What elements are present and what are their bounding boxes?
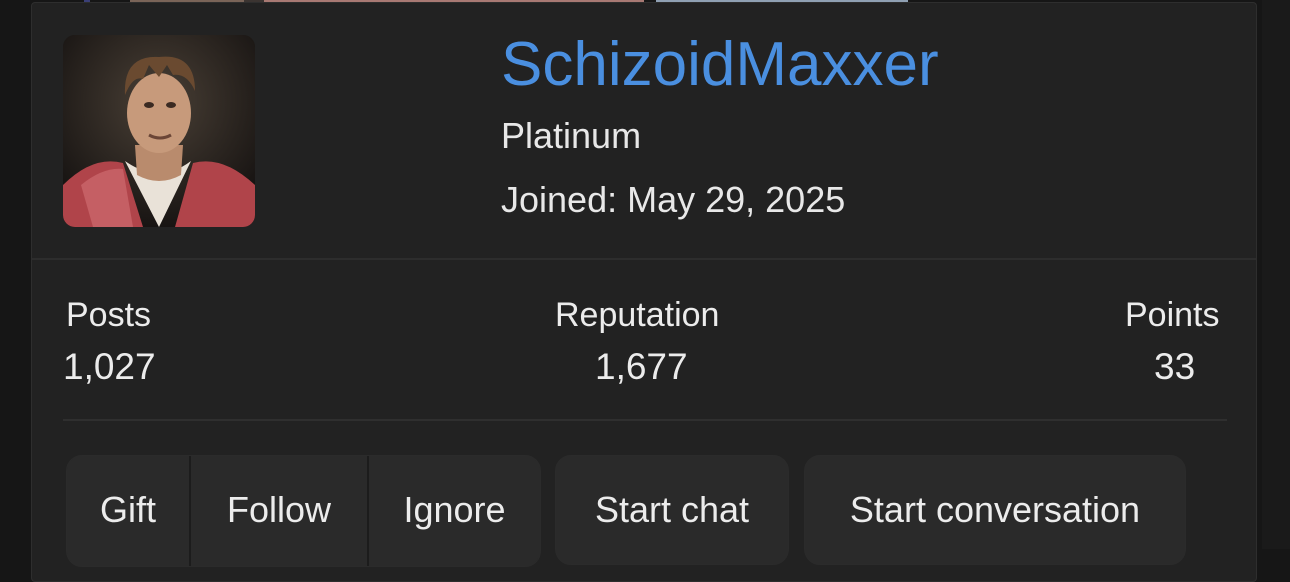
avatar[interactable]: [63, 35, 255, 227]
user-title: Platinum: [501, 115, 642, 156]
stat-points-value: 33: [1154, 346, 1196, 387]
stat-points-label: Points: [1125, 296, 1220, 334]
page-gutter: [1262, 0, 1290, 549]
ignore-button[interactable]: Ignore: [367, 456, 540, 566]
follow-button[interactable]: Follow: [189, 456, 367, 566]
joined-date: Joined: May 29, 2025: [501, 179, 846, 220]
stat-posts-label: Posts: [66, 296, 152, 334]
member-action-group: Gift Follow Ignore: [66, 455, 541, 567]
gift-button[interactable]: Gift: [67, 456, 189, 566]
stat-reputation-value: 1,677: [595, 346, 688, 387]
stat-posts-value[interactable]: 1,027: [63, 346, 156, 388]
header-divider: [32, 258, 1256, 260]
username[interactable]: SchizoidMaxxer: [501, 30, 939, 100]
avatar-image: [63, 35, 255, 227]
stats-divider: [63, 419, 1227, 421]
stat-reputation-label: Reputation: [555, 296, 720, 334]
